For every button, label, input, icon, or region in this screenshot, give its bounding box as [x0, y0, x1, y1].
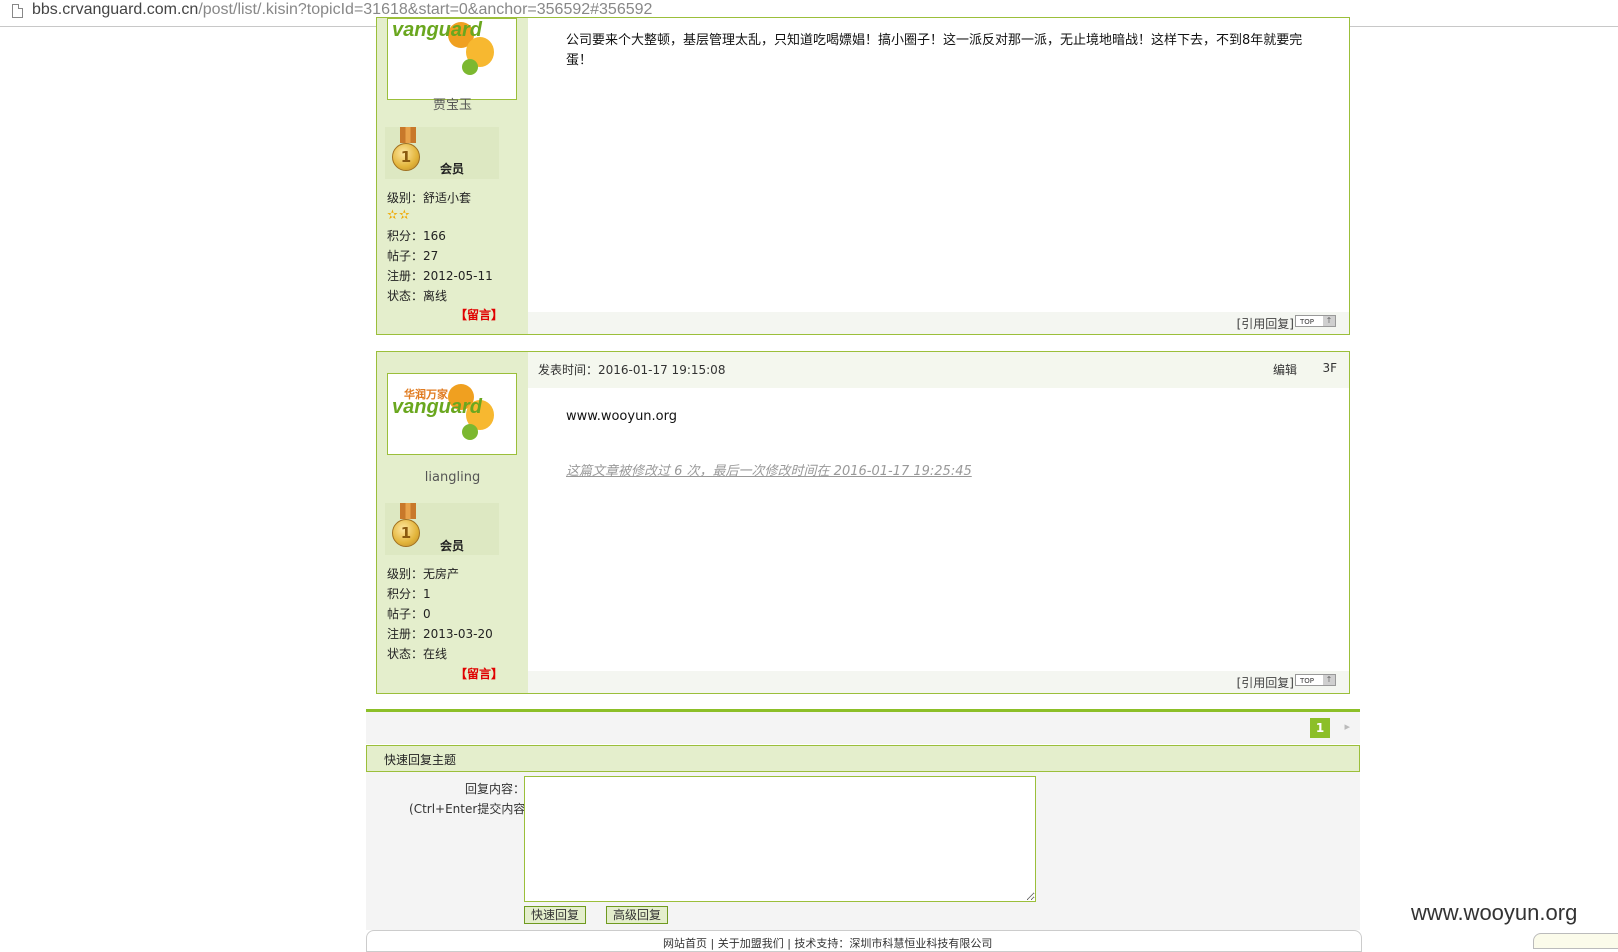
- leave-message-link[interactable]: 【留言】: [455, 306, 503, 323]
- role-label: 会员: [440, 162, 465, 176]
- post-count: 帖子：27: [387, 249, 439, 263]
- author-sidebar: vanguard 贾宝玉 1 会员 级别：舒适小套 ✫✫ 积分：166 帖子：2…: [377, 18, 528, 334]
- medal-icon: 1: [392, 143, 420, 171]
- points: 积分：1: [387, 587, 431, 601]
- medal-icon: 1: [392, 519, 420, 547]
- quote-reply-link[interactable]: [引用回复]: [1237, 674, 1294, 691]
- arrow-up-icon: ↑: [1323, 675, 1335, 685]
- avatar[interactable]: 华润万家 vanguard: [387, 373, 517, 455]
- watermark: www.wooyun.org: [1411, 900, 1578, 925]
- post-2: 华润万家 vanguard liangling 1 会员 级别：无房产 积分：1…: [376, 351, 1350, 694]
- site-footer: 网站首页 | 关于加盟我们 | 技术支持：深圳市科慧恒业科技有限公司: [366, 930, 1362, 952]
- post-main: 公司要来个大整顿，基层管理太乱，只知道吃喝嫖娼！搞小圈子！这一派反对那一派，无止…: [528, 18, 1349, 334]
- register-date: 注册：2013-03-20: [387, 627, 493, 641]
- advanced-reply-button[interactable]: 高级回复: [606, 906, 669, 924]
- level: 级别：舒适小套: [387, 191, 472, 205]
- document-icon: [12, 4, 23, 18]
- post-count: 帖子：0: [387, 607, 431, 621]
- avatar[interactable]: vanguard: [387, 18, 517, 100]
- register-date: 注册：2012-05-11: [387, 269, 493, 283]
- quick-reply-form: 回复内容： (Ctrl+Enter提交内容) 快速回复 高级回复: [366, 772, 1360, 930]
- level: 级别：无房产: [387, 567, 460, 581]
- quick-reply-button[interactable]: 快速回复: [524, 906, 587, 924]
- username[interactable]: 贾宝玉: [377, 94, 528, 113]
- role-label: 会员: [440, 539, 465, 553]
- post-1: vanguard 贾宝玉 1 会员 级别：舒适小套 ✫✫ 积分：166 帖子：2…: [376, 17, 1350, 335]
- reply-label: 回复内容：: [464, 782, 525, 796]
- medal-box: 1 会员: [385, 127, 499, 179]
- quote-reply-link[interactable]: [引用回复]: [1237, 315, 1294, 332]
- post-content: www.wooyun.org: [566, 409, 678, 424]
- post-content: 公司要来个大整顿，基层管理太乱，只知道吃喝嫖娼！搞小圈子！这一派反对那一派，无止…: [566, 33, 1303, 68]
- post-main: 发表时间：2016-01-17 19:15:08 编辑 3F www.wooyu…: [528, 352, 1349, 693]
- online-status: 状态：在线: [387, 647, 448, 661]
- pagination: 1 ▸: [366, 712, 1360, 744]
- back-to-top-button[interactable]: TOP ↑: [1295, 674, 1336, 686]
- post-footer: [引用回复] TOP ↑: [528, 671, 1349, 693]
- back-to-top-button[interactable]: TOP ↑: [1295, 315, 1336, 327]
- author-sidebar: 华润万家 vanguard liangling 1 会员 级别：无房产 积分：1…: [377, 352, 528, 693]
- footer-links[interactable]: 网站首页 | 关于加盟我们 | 技术支持：深圳市科慧恒业科技有限公司: [663, 935, 992, 951]
- online-status: 状态：离线: [387, 289, 448, 303]
- edit-link[interactable]: 编辑: [1273, 361, 1297, 378]
- page-current[interactable]: 1: [1310, 718, 1330, 738]
- medal-box: 1 会员: [385, 503, 499, 555]
- post-footer: [引用回复] TOP ↑: [528, 312, 1349, 334]
- reply-hint: (Ctrl+Enter提交内容): [409, 802, 530, 816]
- username[interactable]: liangling: [377, 470, 528, 485]
- quick-reply-title: 快速回复主题: [384, 753, 457, 767]
- leave-message-link[interactable]: 【留言】: [455, 665, 503, 682]
- post-header: 发表时间：2016-01-17 19:15:08 编辑 3F: [528, 352, 1349, 388]
- points: 积分：166: [387, 229, 446, 243]
- corner-widget: [1533, 933, 1618, 949]
- arrow-up-icon: ↑: [1323, 316, 1335, 326]
- next-page-icon[interactable]: ▸: [1344, 720, 1350, 733]
- post-time: 发表时间：2016-01-17 19:15:08: [538, 363, 726, 377]
- edit-history-note: 这篇文章被修改过 6 次，最后一次修改时间在 2016-01-17 19:25:…: [566, 464, 972, 479]
- reply-textarea[interactable]: [524, 776, 1036, 902]
- quick-reply-header: 快速回复主题: [366, 745, 1360, 772]
- star-icon: ✫✫: [387, 208, 411, 223]
- floor-number: 3F: [1322, 361, 1337, 375]
